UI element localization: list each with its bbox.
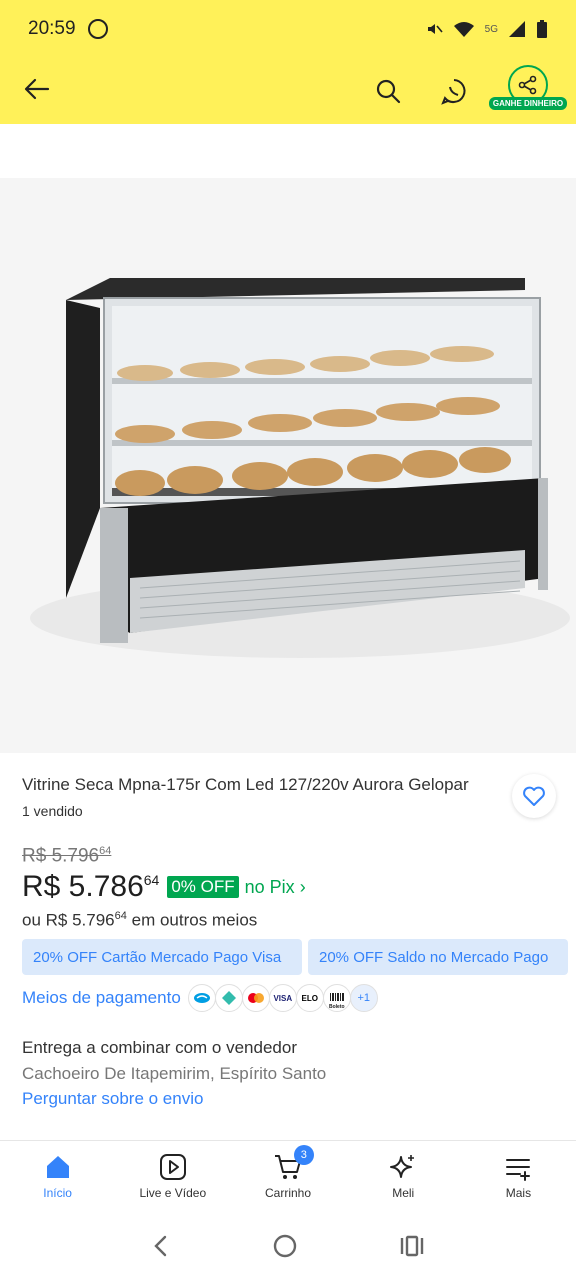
bottom-nav: Início Live e Vídeo 3 Carrinho Meli Mais [0,1140,576,1216]
top-spacer [0,124,576,178]
ask-shipping-link[interactable]: Perguntar sobre o envio [22,1089,203,1109]
mastercard-icon [241,984,270,1012]
nav-item-cart[interactable]: 3 Carrinho [230,1141,345,1216]
current-price-value: R$ 5.786 [22,870,144,903]
share-earn-badge: GANHE DINHEIRO [488,97,568,110]
shipping-location: Cachoeiro De Itapemirim, Espírito Santo [22,1064,327,1083]
mute-icon [427,24,443,34]
play-icon [159,1154,186,1180]
status-bar: 20:59 5G [0,0,576,58]
chevron-right-icon: › [299,876,306,897]
original-price-cents: 64 [99,845,112,857]
whatsapp-icon [441,79,466,105]
search-icon [376,79,401,104]
system-back-button[interactable] [151,1234,171,1263]
heart-icon [523,786,545,806]
discount-badge: 0% OFF [167,876,239,898]
boleto-icon: Boleto [322,984,351,1012]
elo-icon: ELO [295,984,324,1012]
other-price-cents: 64 [114,910,127,922]
battery-icon [537,20,547,38]
sold-count: 1 vendido [22,803,83,819]
visa-icon: VISA [268,984,297,1012]
current-price-cents: 64 [143,872,160,888]
payment-methods-link[interactable]: Meios de pagamento [22,988,181,1008]
system-recents-button[interactable] [399,1235,425,1262]
wifi-icon [453,22,474,37]
arrow-left-icon [24,78,50,100]
nav-label-cart: Carrinho [264,1186,312,1200]
favorite-button[interactable] [512,774,556,818]
pix-label: no Pix [244,876,295,897]
cart-count-badge: 3 [293,1145,314,1165]
more-payment-badge: +1 [349,984,378,1012]
nav-label-live: Live e Vídeo [139,1186,207,1200]
promo-chip-visa[interactable]: 20% OFF Cartão Mercado Pago Visa [22,939,302,975]
other-payment-price: ou R$ 5.79664 em outros meios [22,910,257,931]
system-nav-bar [0,1216,576,1280]
home-icon [46,1156,69,1178]
current-price: R$ 5.78664 [22,870,159,904]
nav-label-more: Mais [505,1186,532,1200]
pix-icon [214,984,243,1012]
price-row: R$ 5.78664 0% OFF no Pix › [22,870,306,904]
nav-item-meli[interactable]: Meli [346,1141,461,1216]
whatsapp-notification-icon [87,19,108,39]
payment-methods-row: Meios de pagamento VISA ELO Boleto +1 [22,984,378,1012]
share-earn-button[interactable]: GANHE DINHEIRO [488,65,568,117]
nav-item-home[interactable]: Início [0,1141,115,1216]
whatsapp-share-button[interactable] [438,75,470,107]
status-icons: 5G [425,19,548,39]
app-header: GANHE DINHEIRO [0,58,576,124]
original-price-value: R$ 5.796 [22,845,100,867]
boleto-label: Boleto [329,1004,345,1010]
chevron-left-icon [153,1235,166,1256]
original-price: R$ 5.79664 [22,845,111,867]
product-image[interactable] [0,178,576,753]
nav-item-more[interactable]: Mais [461,1141,576,1216]
payment-icons[interactable]: VISA ELO Boleto +1 [187,984,378,1012]
recents-icon [401,1235,424,1256]
search-button[interactable] [372,75,404,107]
promo-chip-saldo[interactable]: 20% OFF Saldo no Mercado Pago [308,939,568,975]
network-label: 5G [484,23,498,35]
back-button[interactable] [24,74,50,108]
nav-label-home: Início [43,1186,72,1200]
home-circle-icon [273,1234,297,1257]
other-price-suffix: em outros meios [131,910,258,930]
pix-link[interactable]: no Pix › [245,877,306,898]
share-icon [518,75,537,95]
product-title: Vitrine Seca Mpna-175r Com Led 127/220v … [22,775,469,794]
nav-item-live[interactable]: Live e Vídeo [115,1141,230,1216]
other-price-value: ou R$ 5.796 [22,910,115,930]
nav-label-meli: Meli [392,1186,415,1200]
menu-plus-icon [506,1159,531,1181]
shipping-info: Entrega a combinar com o vendedor [22,1038,297,1057]
display-case-illustration [30,278,570,658]
status-time: 20:59 [28,18,76,39]
sparkle-icon [390,1155,415,1178]
mercado-pago-icon [187,984,216,1012]
system-home-button[interactable] [272,1233,298,1264]
signal-icon [509,21,525,37]
